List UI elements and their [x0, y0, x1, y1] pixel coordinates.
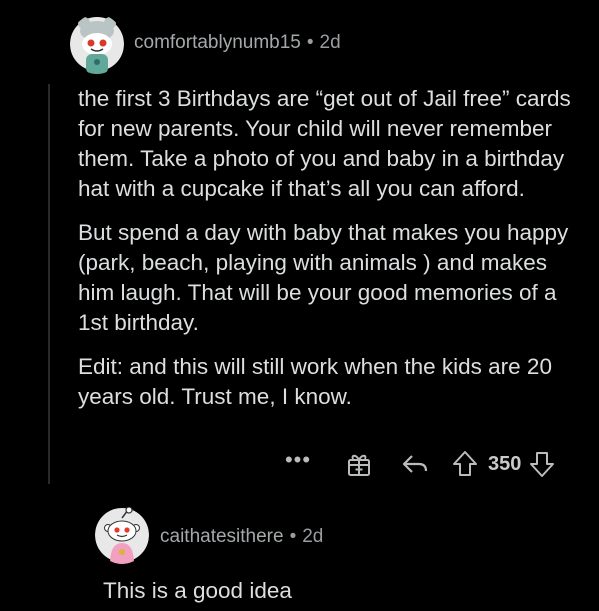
comment-paragraph: Edit: and this will still work when the …: [78, 354, 552, 409]
vote-score: 350: [488, 452, 522, 475]
username[interactable]: caithatesithere: [160, 526, 284, 547]
comment-age: 2d: [319, 32, 341, 53]
snoo-avatar-icon: [70, 17, 124, 74]
avatar[interactable]: [95, 506, 149, 564]
more-options-icon[interactable]: •••: [280, 447, 316, 473]
reply-icon[interactable]: [400, 452, 430, 476]
comment-meta: comfortablynumb15 • 2d: [134, 32, 341, 54]
upvote-icon[interactable]: [450, 450, 480, 478]
award-icon[interactable]: [344, 451, 374, 477]
downvote-icon[interactable]: [527, 450, 557, 478]
snoo-avatar-icon: [95, 506, 149, 564]
thread-line: [48, 84, 50, 484]
comment-age: 2d: [302, 526, 324, 547]
username[interactable]: comfortablynumb15: [134, 32, 301, 53]
separator-dot: •: [289, 526, 297, 547]
separator-dot: •: [306, 32, 314, 53]
avatar[interactable]: [70, 14, 124, 74]
comment-paragraph: the first 3 Birthdays are “get out of Ja…: [78, 86, 571, 201]
comment-actions: ••• 350: [280, 447, 557, 481]
reply-body: This is a good idea: [103, 578, 292, 603]
reply-meta: caithatesithere • 2d: [160, 526, 323, 548]
comment-paragraph: But spend a day with baby that makes you…: [78, 220, 569, 335]
comment-thread: { "comment": { "username": "comfortablyn…: [0, 0, 599, 611]
comment-body: the first 3 Birthdays are “get out of Ja…: [78, 84, 578, 426]
